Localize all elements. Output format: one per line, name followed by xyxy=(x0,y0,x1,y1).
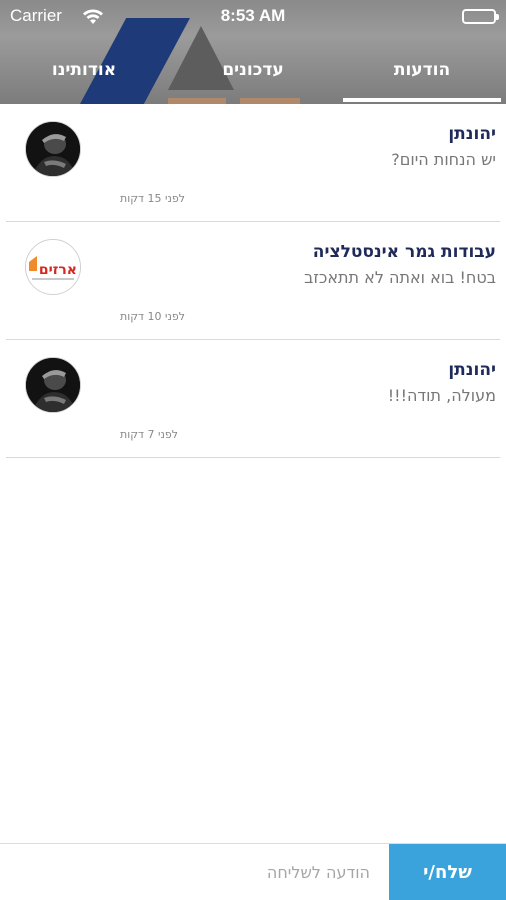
message-sender: יהונתן xyxy=(448,360,496,380)
tab-bar: אודותינו עדכונים הודעות xyxy=(0,50,506,104)
message-time: לפני 15 דקות xyxy=(120,192,186,205)
message-preview: יש הנחות היום? xyxy=(391,150,496,169)
app-screen: Carrier 8:53 AM אודותינו עדכונים הודעות xyxy=(0,0,506,900)
tab-about[interactable]: אודותינו xyxy=(0,50,168,104)
message-sender: יהונתן xyxy=(448,124,496,144)
message-composer: שלח/י xyxy=(0,843,506,900)
message-item[interactable]: יהונתן יש הנחות היום? לפני 15 דקות xyxy=(6,104,500,222)
message-item[interactable]: ארזים עבודות גמר אינסטלציה בטח! בוא ואתה… xyxy=(6,222,500,340)
status-bar: Carrier 8:53 AM xyxy=(0,0,506,34)
app-header: Carrier 8:53 AM אודותינו עדכונים הודעות xyxy=(0,0,506,104)
message-input[interactable] xyxy=(6,850,378,894)
company-logo-avatar: ארזים xyxy=(25,239,81,295)
send-button[interactable]: שלח/י xyxy=(389,844,506,900)
battery-icon xyxy=(462,9,499,24)
status-time: 8:53 AM xyxy=(220,6,286,25)
message-time: לפני 10 דקות xyxy=(120,310,186,323)
messages-list: יהונתן יש הנחות היום? לפני 15 דקות ארזים… xyxy=(0,104,506,458)
message-time: לפני 7 דקות xyxy=(120,428,179,441)
message-preview: בטח! בוא ואתה לא תתאכזב xyxy=(304,268,496,287)
person-photo-avatar xyxy=(25,357,81,413)
tab-updates[interactable]: עדכונים xyxy=(169,50,337,104)
message-preview: מעולה, תודה!!! xyxy=(387,386,496,405)
company-logo-text: ארזים xyxy=(39,262,77,278)
tab-messages[interactable]: הודעות xyxy=(338,50,506,104)
active-tab-indicator xyxy=(343,98,501,102)
person-photo-avatar xyxy=(25,121,81,177)
message-item[interactable]: יהונתן מעולה, תודה!!! לפני 7 דקות xyxy=(6,340,500,458)
message-sender: עבודות גמר אינסטלציה xyxy=(312,242,496,262)
